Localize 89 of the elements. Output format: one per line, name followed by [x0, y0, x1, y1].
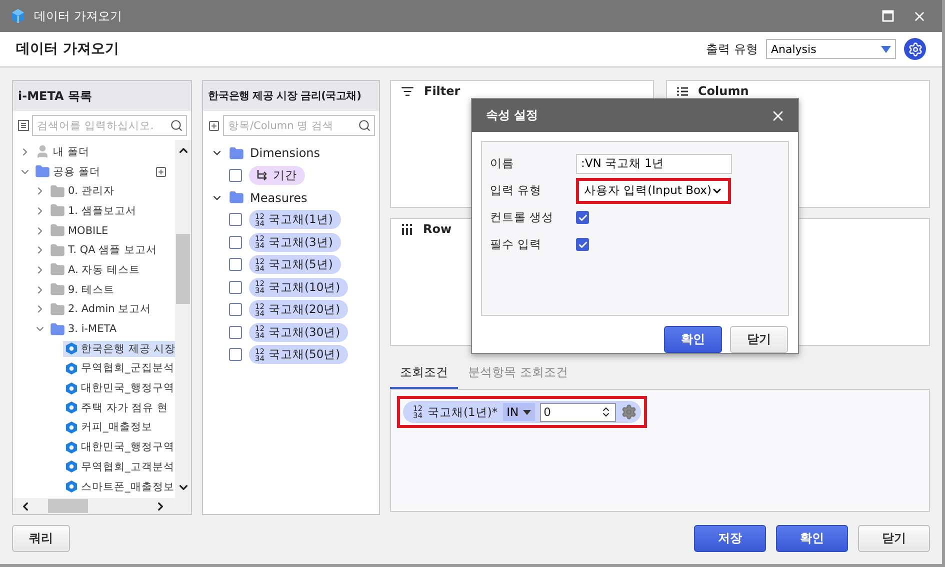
- checkbox[interactable]: [576, 211, 589, 224]
- folder-icon: [35, 164, 50, 180]
- folder-icon: [50, 242, 65, 258]
- tree-item[interactable]: 9. 테스트: [48, 281, 116, 298]
- folder-icon: [50, 322, 65, 337]
- scrollbar-thumb[interactable]: [176, 234, 190, 304]
- tree-item[interactable]: 한국은행 제공 시장: [63, 340, 175, 357]
- folder-icon: [229, 190, 244, 205]
- tree-item[interactable]: MOBILE: [48, 222, 110, 240]
- hexagon-icon: [65, 401, 78, 414]
- search-icon[interactable]: [170, 119, 183, 132]
- page-title: 데이터 가져오기: [16, 40, 120, 58]
- panel-title: 한국은행 제공 시장 금리(국고채): [203, 81, 379, 111]
- bars-icon: [401, 224, 413, 234]
- hexagon-icon: [65, 460, 78, 474]
- tree-item[interactable]: T. QA 샘플 보고서: [48, 242, 159, 259]
- settings-icon[interactable]: [620, 404, 637, 420]
- collapse-all-icon[interactable]: [18, 120, 29, 131]
- user-icon: [35, 144, 50, 160]
- list-icon: [677, 86, 688, 96]
- tree-item[interactable]: 1. 샘플보고서: [48, 202, 138, 220]
- search-icon[interactable]: [358, 119, 371, 132]
- group-label[interactable]: Dimensions: [250, 146, 320, 160]
- folder-icon: [50, 302, 65, 317]
- field-chip[interactable]: 기간: [249, 166, 305, 185]
- footer-button[interactable]: 확인: [776, 524, 848, 552]
- query-button[interactable]: 쿼리: [12, 524, 70, 552]
- name-input[interactable]: :VN 국고채 1년: [576, 154, 732, 174]
- footer-button[interactable]: 닫기: [858, 524, 930, 552]
- search-field[interactable]: 검색어를 입력하십시오.: [32, 115, 187, 136]
- field-label: 컨트롤 생성: [490, 210, 555, 225]
- hierarchy-icon: [255, 168, 269, 182]
- zone-title: Column: [698, 84, 749, 98]
- panel-title: i-META 목록: [13, 81, 191, 111]
- dialog-button[interactable]: 닫기: [730, 326, 788, 353]
- hexagon-icon: [65, 420, 78, 434]
- output-type-select[interactable]: Analysis: [766, 39, 896, 59]
- tree-item[interactable]: 2. Admin 보고서: [48, 300, 154, 318]
- tree-item[interactable]: 주택 자가 점유 현: [63, 400, 170, 416]
- checkbox[interactable]: [229, 326, 242, 339]
- number-input[interactable]: 0: [540, 402, 616, 422]
- checkbox[interactable]: [229, 303, 242, 316]
- field-label: 입력 유형: [490, 183, 543, 198]
- folder-icon: [50, 262, 65, 278]
- tree-item[interactable]: 3. i-META: [48, 320, 119, 338]
- vertical-scrollbar[interactable]: [175, 140, 191, 498]
- filter-icon: [401, 84, 414, 98]
- operator-select[interactable]: IN: [502, 403, 535, 421]
- folder-icon: [50, 203, 65, 218]
- tree-item[interactable]: 공용 폴더: [33, 163, 102, 180]
- checkbox[interactable]: [229, 280, 242, 294]
- hexagon-icon: [65, 362, 78, 375]
- hexagon-icon: [65, 382, 78, 395]
- checkbox[interactable]: [229, 258, 242, 272]
- tree-item[interactable]: A. 자동 테스트: [48, 261, 142, 278]
- field-label: 이름: [490, 156, 515, 171]
- expand-all-icon[interactable]: [208, 120, 220, 132]
- checkbox[interactable]: [229, 236, 242, 249]
- add-icon[interactable]: [155, 166, 167, 178]
- cube-icon: [10, 8, 26, 24]
- field-label: 필수 입력: [490, 237, 543, 252]
- group-label[interactable]: Measures: [250, 190, 308, 204]
- zone-title: Row: [423, 222, 452, 236]
- hexagon-icon: [65, 342, 78, 356]
- output-type-label: 출력 유형: [706, 40, 758, 58]
- hexagon-icon: [65, 480, 78, 494]
- checkbox[interactable]: [229, 348, 242, 362]
- tree-item[interactable]: 커피_매출정보: [63, 419, 154, 436]
- condition-label: 국고채(1년)*: [428, 404, 498, 420]
- tree-item[interactable]: 내 폴더: [33, 143, 92, 160]
- settings-button[interactable]: [904, 38, 926, 60]
- checkbox[interactable]: [576, 238, 589, 251]
- folder-icon: [50, 184, 65, 199]
- scrollbar-thumb[interactable]: [48, 499, 88, 513]
- folder-icon: [50, 282, 65, 298]
- dialog-button[interactable]: 확인: [664, 326, 722, 353]
- hexagon-icon: [65, 440, 78, 454]
- horizontal-scrollbar[interactable]: [13, 498, 191, 514]
- dialog-title: 속성 설정: [486, 107, 540, 124]
- search-field[interactable]: 항목/Column 명 검색: [223, 115, 375, 136]
- zone-title: Filter: [424, 84, 460, 98]
- input-type-select[interactable]: 사용자 입력(Input Box): [576, 178, 732, 204]
- window-title: 데이터 가져오기: [34, 8, 123, 24]
- folder-icon: [229, 146, 244, 160]
- checkbox[interactable]: [229, 168, 242, 182]
- tree-item[interactable]: 0. 관리자: [48, 182, 116, 200]
- footer-button[interactable]: 저장: [694, 524, 766, 552]
- checkbox[interactable]: [229, 213, 242, 226]
- folder-icon: [50, 223, 65, 238]
